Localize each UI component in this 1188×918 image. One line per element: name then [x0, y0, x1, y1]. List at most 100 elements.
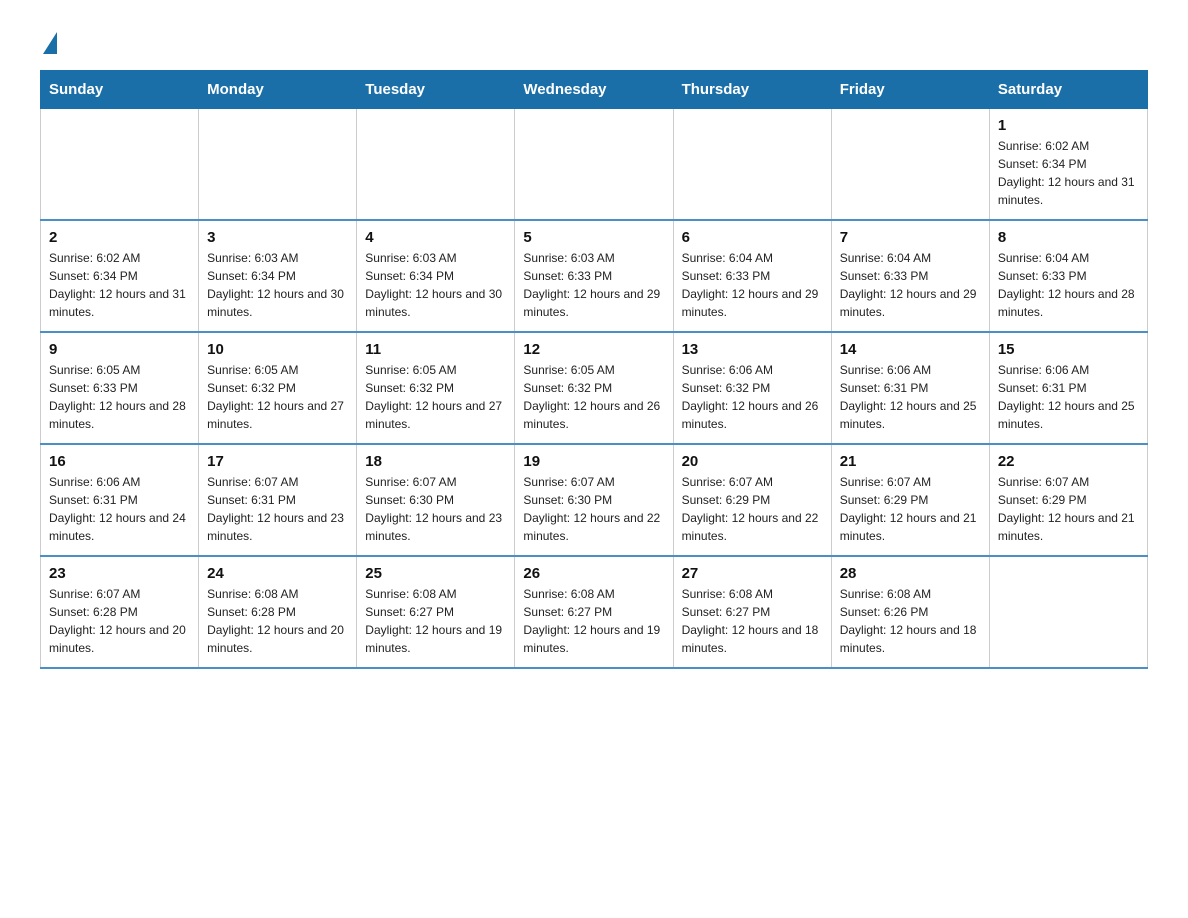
calendar-cell: 15 Sunrise: 6:06 AMSunset: 6:31 PMDayligh… — [989, 332, 1147, 444]
calendar-week-row: 2 Sunrise: 6:02 AMSunset: 6:34 PMDaylight… — [41, 220, 1148, 332]
day-number: 3 — [207, 229, 348, 246]
day-number: 26 — [523, 565, 664, 582]
calendar-cell: 6 Sunrise: 6:04 AMSunset: 6:33 PMDaylight… — [673, 220, 831, 332]
day-number: 7 — [840, 229, 981, 246]
day-number: 20 — [682, 453, 823, 470]
calendar-week-row: 16 Sunrise: 6:06 AMSunset: 6:31 PMDayligh… — [41, 444, 1148, 556]
col-saturday: Saturday — [989, 71, 1147, 109]
day-info: Sunrise: 6:06 AMSunset: 6:31 PMDaylight:… — [840, 363, 977, 431]
day-number: 24 — [207, 565, 348, 582]
calendar-cell: 28 Sunrise: 6:08 AMSunset: 6:26 PMDayligh… — [831, 556, 989, 668]
calendar-cell: 7 Sunrise: 6:04 AMSunset: 6:33 PMDaylight… — [831, 220, 989, 332]
day-info: Sunrise: 6:08 AMSunset: 6:27 PMDaylight:… — [365, 587, 502, 655]
day-info: Sunrise: 6:08 AMSunset: 6:27 PMDaylight:… — [682, 587, 819, 655]
day-number: 23 — [49, 565, 190, 582]
calendar-cell: 1 Sunrise: 6:02 AMSunset: 6:34 PMDaylight… — [989, 109, 1147, 221]
calendar-cell: 16 Sunrise: 6:06 AMSunset: 6:31 PMDayligh… — [41, 444, 199, 556]
day-info: Sunrise: 6:04 AMSunset: 6:33 PMDaylight:… — [840, 251, 977, 319]
day-info: Sunrise: 6:07 AMSunset: 6:29 PMDaylight:… — [682, 475, 819, 543]
day-number: 18 — [365, 453, 506, 470]
day-info: Sunrise: 6:03 AMSunset: 6:33 PMDaylight:… — [523, 251, 660, 319]
calendar-cell: 8 Sunrise: 6:04 AMSunset: 6:33 PMDaylight… — [989, 220, 1147, 332]
calendar-cell: 19Sunrise: 6:07 AMSunset: 6:30 PMDayligh… — [515, 444, 673, 556]
calendar-cell: 26 Sunrise: 6:08 AMSunset: 6:27 PMDayligh… — [515, 556, 673, 668]
calendar-cell: 13 Sunrise: 6:06 AMSunset: 6:32 PMDayligh… — [673, 332, 831, 444]
calendar-cell: 27 Sunrise: 6:08 AMSunset: 6:27 PMDayligh… — [673, 556, 831, 668]
calendar-cell: 25 Sunrise: 6:08 AMSunset: 6:27 PMDayligh… — [357, 556, 515, 668]
col-friday: Friday — [831, 71, 989, 109]
col-wednesday: Wednesday — [515, 71, 673, 109]
col-sunday: Sunday — [41, 71, 199, 109]
day-info: Sunrise: 6:05 AMSunset: 6:32 PMDaylight:… — [523, 363, 660, 431]
day-number: 28 — [840, 565, 981, 582]
calendar-cell: 3 Sunrise: 6:03 AMSunset: 6:34 PMDaylight… — [199, 220, 357, 332]
day-info: Sunrise: 6:07 AMSunset: 6:28 PMDaylight:… — [49, 587, 186, 655]
calendar-cell: 21Sunrise: 6:07 AMSunset: 6:29 PMDayligh… — [831, 444, 989, 556]
day-info: Sunrise: 6:02 AMSunset: 6:34 PMDaylight:… — [998, 139, 1135, 207]
calendar-table: Sunday Monday Tuesday Wednesday Thursday… — [40, 70, 1148, 669]
day-number: 10 — [207, 341, 348, 358]
calendar-cell: 9 Sunrise: 6:05 AMSunset: 6:33 PMDaylight… — [41, 332, 199, 444]
logo — [40, 30, 57, 50]
day-number: 15 — [998, 341, 1139, 358]
calendar-cell — [515, 109, 673, 221]
calendar-week-row: 23 Sunrise: 6:07 AMSunset: 6:28 PMDayligh… — [41, 556, 1148, 668]
calendar-cell: 14 Sunrise: 6:06 AMSunset: 6:31 PMDayligh… — [831, 332, 989, 444]
calendar-cell: 11 Sunrise: 6:05 AMSunset: 6:32 PMDayligh… — [357, 332, 515, 444]
day-number: 11 — [365, 341, 506, 358]
calendar-cell — [989, 556, 1147, 668]
day-info: Sunrise: 6:05 AMSunset: 6:33 PMDaylight:… — [49, 363, 186, 431]
calendar-cell: 5 Sunrise: 6:03 AMSunset: 6:33 PMDaylight… — [515, 220, 673, 332]
calendar-cell: 22Sunrise: 6:07 AMSunset: 6:29 PMDayligh… — [989, 444, 1147, 556]
day-number: 6 — [682, 229, 823, 246]
calendar-cell — [831, 109, 989, 221]
day-info: Sunrise: 6:07 AMSunset: 6:31 PMDaylight:… — [207, 475, 344, 543]
calendar-cell: 23 Sunrise: 6:07 AMSunset: 6:28 PMDayligh… — [41, 556, 199, 668]
calendar-cell — [357, 109, 515, 221]
day-info: Sunrise: 6:06 AMSunset: 6:31 PMDaylight:… — [49, 475, 186, 543]
day-number: 27 — [682, 565, 823, 582]
col-tuesday: Tuesday — [357, 71, 515, 109]
day-number: 5 — [523, 229, 664, 246]
day-number: 16 — [49, 453, 190, 470]
day-info: Sunrise: 6:05 AMSunset: 6:32 PMDaylight:… — [207, 363, 344, 431]
calendar-cell — [199, 109, 357, 221]
day-number: 8 — [998, 229, 1139, 246]
day-info: Sunrise: 6:04 AMSunset: 6:33 PMDaylight:… — [682, 251, 819, 319]
page-header — [40, 30, 1148, 50]
day-info: Sunrise: 6:05 AMSunset: 6:32 PMDaylight:… — [365, 363, 502, 431]
calendar-cell: 20 Sunrise: 6:07 AMSunset: 6:29 PMDayligh… — [673, 444, 831, 556]
day-info: Sunrise: 6:08 AMSunset: 6:28 PMDaylight:… — [207, 587, 344, 655]
day-info: Sunrise: 6:06 AMSunset: 6:31 PMDaylight:… — [998, 363, 1135, 431]
calendar-cell: 18 Sunrise: 6:07 AMSunset: 6:30 PMDayligh… — [357, 444, 515, 556]
day-number: 9 — [49, 341, 190, 358]
day-number: 1 — [998, 117, 1139, 134]
day-info: Sunrise: 6:04 AMSunset: 6:33 PMDaylight:… — [998, 251, 1135, 319]
day-info: Sunrise: 6:03 AMSunset: 6:34 PMDaylight:… — [207, 251, 344, 319]
day-info: Sunrise: 6:06 AMSunset: 6:32 PMDaylight:… — [682, 363, 819, 431]
calendar-cell: 4Sunrise: 6:03 AMSunset: 6:34 PMDaylight… — [357, 220, 515, 332]
logo-triangle-icon — [43, 32, 57, 54]
day-number: 17 — [207, 453, 348, 470]
day-number: 4 — [365, 229, 506, 246]
day-number: 2 — [49, 229, 190, 246]
day-number: 25 — [365, 565, 506, 582]
day-info: Sunrise: 6:08 AMSunset: 6:26 PMDaylight:… — [840, 587, 977, 655]
calendar-cell: 24 Sunrise: 6:08 AMSunset: 6:28 PMDayligh… — [199, 556, 357, 668]
calendar-header-row: Sunday Monday Tuesday Wednesday Thursday… — [41, 71, 1148, 109]
day-number: 13 — [682, 341, 823, 358]
calendar-week-row: 9 Sunrise: 6:05 AMSunset: 6:33 PMDaylight… — [41, 332, 1148, 444]
calendar-cell: 2 Sunrise: 6:02 AMSunset: 6:34 PMDaylight… — [41, 220, 199, 332]
calendar-cell — [673, 109, 831, 221]
day-number: 14 — [840, 341, 981, 358]
day-number: 22 — [998, 453, 1139, 470]
calendar-cell: 12 Sunrise: 6:05 AMSunset: 6:32 PMDayligh… — [515, 332, 673, 444]
day-number: 21 — [840, 453, 981, 470]
day-info: Sunrise: 6:07 AMSunset: 6:30 PMDaylight:… — [365, 475, 502, 543]
calendar-week-row: 1 Sunrise: 6:02 AMSunset: 6:34 PMDaylight… — [41, 109, 1148, 221]
col-thursday: Thursday — [673, 71, 831, 109]
day-info: Sunrise: 6:08 AMSunset: 6:27 PMDaylight:… — [523, 587, 660, 655]
day-info: Sunrise: 6:07 AMSunset: 6:30 PMDaylight:… — [523, 475, 660, 543]
day-info: Sunrise: 6:02 AMSunset: 6:34 PMDaylight:… — [49, 251, 186, 319]
day-number: 12 — [523, 341, 664, 358]
